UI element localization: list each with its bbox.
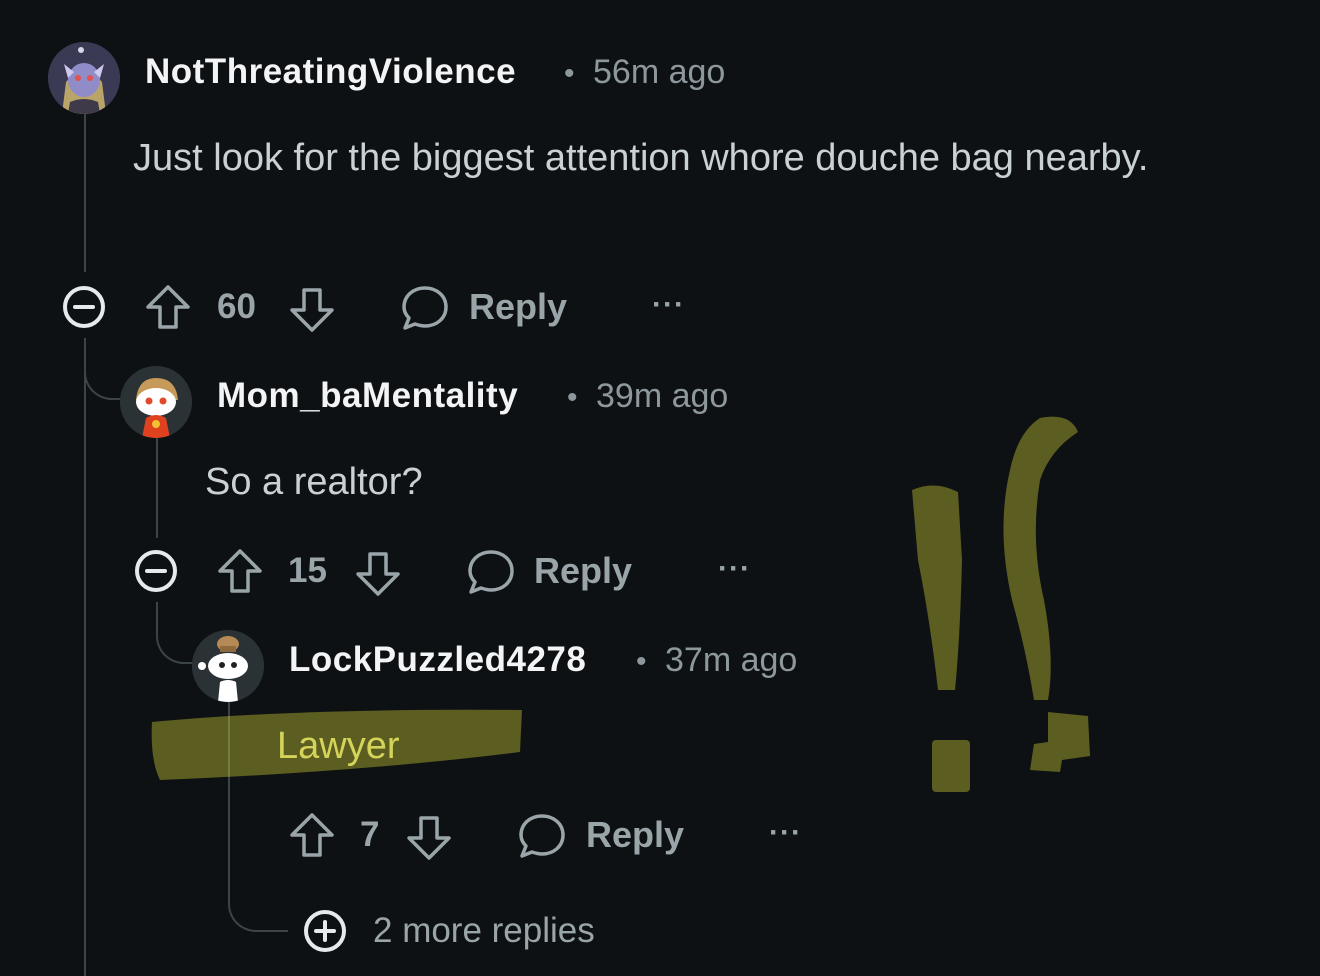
reply-bubble-icon[interactable] [517,811,567,861]
reply-button[interactable]: Reply [586,814,684,856]
more-replies-link[interactable]: 2 more replies [373,911,595,951]
vote-score: 7 [360,815,380,854]
more-options-button[interactable]: ··· [769,816,802,850]
downvote-icon[interactable] [405,814,453,862]
upvote-icon[interactable] [288,811,336,859]
expand-replies-icon[interactable] [302,908,348,954]
comment-body: Lawyer [277,725,400,767]
